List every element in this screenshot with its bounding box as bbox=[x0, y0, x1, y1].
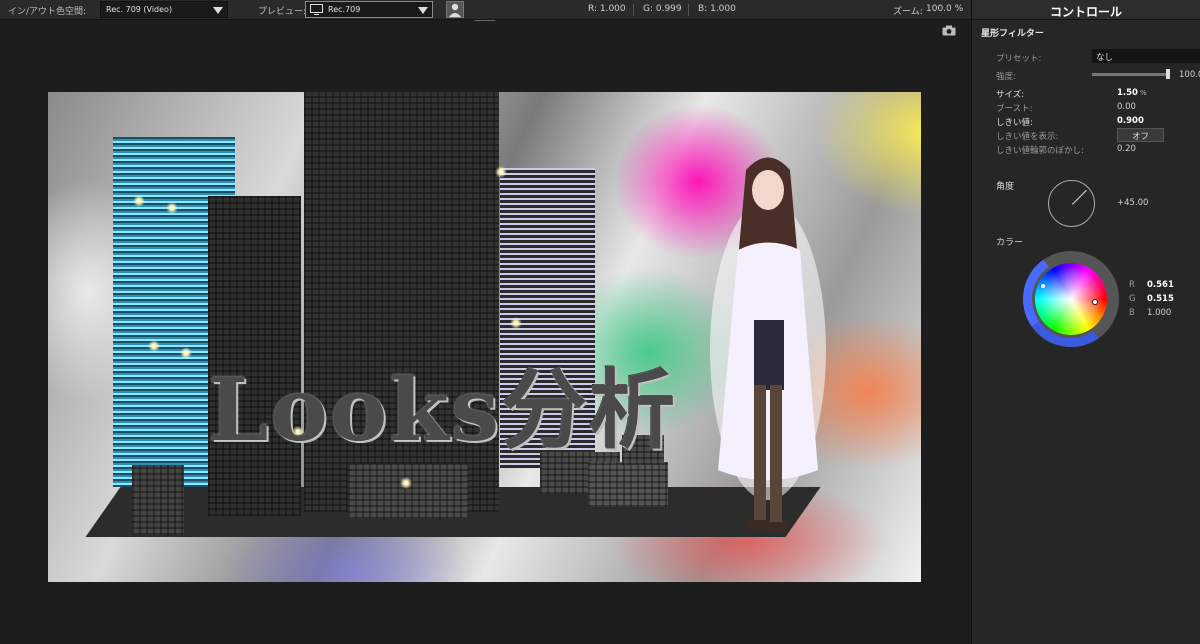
chevron-down-icon bbox=[213, 7, 223, 14]
size-unit: % bbox=[1139, 89, 1147, 97]
monitor-icon bbox=[310, 4, 323, 15]
preview-label: プレビュー: bbox=[258, 7, 307, 17]
section-title: 星形フィルター bbox=[981, 29, 1044, 39]
preview-value: Rec.709 bbox=[328, 5, 361, 14]
preset-select[interactable]: なし bbox=[1092, 49, 1200, 63]
viewer-toolbar: イン/アウト色空間: Rec. 709 (Video) プレビュー: Rec.7… bbox=[0, 0, 971, 20]
b-readout: B: 1.000 bbox=[698, 4, 736, 14]
sparkle bbox=[400, 477, 412, 489]
divider bbox=[633, 4, 634, 16]
sparkle bbox=[180, 347, 192, 359]
size-label: サイズ: bbox=[996, 90, 1025, 100]
color-b-value[interactable]: 1.000 bbox=[1147, 308, 1171, 318]
angle-value[interactable]: +45.00 bbox=[1117, 198, 1148, 208]
character-figure bbox=[710, 157, 826, 532]
color-r-label: R bbox=[1129, 280, 1135, 290]
show-threshold-label: しきい値を表示: bbox=[996, 132, 1059, 142]
inout-colorspace-value: Rec. 709 (Video) bbox=[106, 5, 173, 14]
threshold-blur-label: しきい値輪郭のぼかし: bbox=[996, 146, 1084, 156]
sparkle bbox=[133, 195, 145, 207]
color-r-value[interactable]: 0.561 bbox=[1147, 280, 1174, 290]
person-icon-button[interactable] bbox=[446, 1, 464, 18]
strength-slider[interactable] bbox=[1092, 73, 1168, 76]
building-low bbox=[588, 462, 668, 507]
sparkle bbox=[166, 202, 178, 214]
chevron-down-icon bbox=[418, 7, 428, 14]
color-g-value[interactable]: 0.515 bbox=[1147, 294, 1174, 304]
inout-colorspace-label: イン/アウト色空間: bbox=[8, 7, 87, 17]
angle-dial-needle bbox=[1072, 189, 1087, 205]
strength-value: 100.0 bbox=[1179, 70, 1200, 80]
angle-dial[interactable] bbox=[1048, 180, 1095, 227]
zoom-value[interactable]: 100.0 % bbox=[926, 4, 963, 14]
strength-label: 強度: bbox=[996, 72, 1016, 82]
boost-value[interactable]: 0.00 bbox=[1117, 102, 1136, 112]
control-panel: コントロール 星形フィルター プリセット: なし 強度: 100.0 サイズ: … bbox=[971, 0, 1200, 644]
threshold-label: しきい値: bbox=[996, 118, 1033, 128]
color-wheel-handle[interactable] bbox=[1092, 299, 1098, 305]
zoom-label: ズーム: bbox=[893, 7, 923, 17]
person-icon bbox=[449, 3, 461, 17]
building-low bbox=[348, 464, 468, 519]
threshold-value[interactable]: 0.900 bbox=[1117, 116, 1144, 126]
size-number: 1.50 bbox=[1117, 88, 1138, 98]
camera-icon[interactable] bbox=[942, 25, 956, 36]
preview-select[interactable]: Rec.709 bbox=[305, 1, 433, 18]
building-low bbox=[132, 465, 184, 535]
sparkle bbox=[510, 317, 522, 329]
sparkle bbox=[148, 340, 160, 352]
color-b-label: B bbox=[1129, 308, 1135, 318]
divider bbox=[688, 4, 689, 16]
color-label: カラー bbox=[996, 238, 1024, 248]
strength-slider-thumb[interactable] bbox=[1166, 69, 1170, 79]
size-value[interactable]: 1.50% bbox=[1117, 88, 1147, 98]
preview-image: Looks分析 bbox=[48, 92, 921, 582]
angle-label: 角度 bbox=[996, 182, 1015, 192]
r-readout: R: 1.000 bbox=[588, 4, 626, 14]
sparkle bbox=[495, 166, 507, 178]
show-threshold-toggle[interactable]: オフ bbox=[1117, 128, 1164, 142]
panel-header: コントロール bbox=[972, 0, 1200, 20]
inout-colorspace-select[interactable]: Rec. 709 (Video) bbox=[100, 1, 228, 18]
preset-label: プリセット: bbox=[996, 54, 1042, 64]
overlay-title-text: Looks分析 bbox=[208, 360, 678, 461]
boost-label: ブースト: bbox=[996, 104, 1033, 114]
g-readout: G: 0.999 bbox=[643, 4, 682, 14]
color-ring-handle[interactable] bbox=[1041, 284, 1045, 288]
color-g-label: G bbox=[1129, 294, 1136, 304]
threshold-blur-value[interactable]: 0.20 bbox=[1117, 144, 1136, 154]
